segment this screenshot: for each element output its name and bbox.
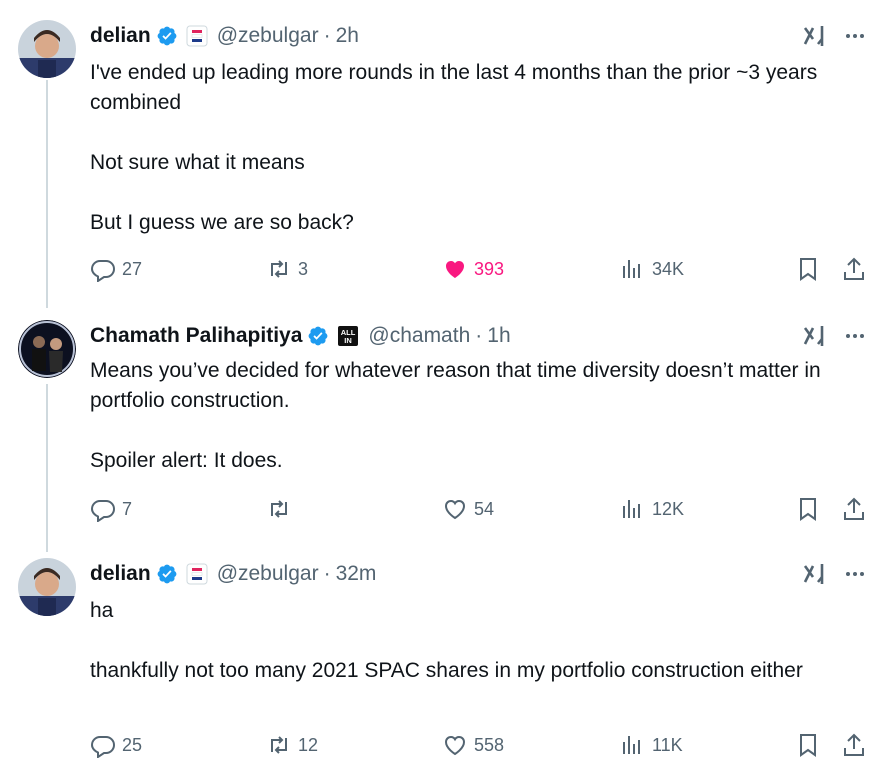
- reply-button[interactable]: 27: [90, 256, 142, 282]
- tweet-paragraph: Not sure what it means: [90, 151, 305, 174]
- like-count: 558: [474, 734, 505, 755]
- separator: ·: [323, 562, 331, 585]
- author-handle[interactable]: @zebulgar: [217, 24, 319, 48]
- tweet-paragraph: thankfully not too many 2021 SPAC shares…: [90, 659, 803, 682]
- author-name[interactable]: delian: [90, 24, 151, 48]
- views-icon: [623, 736, 640, 754]
- flag-badge-icon[interactable]: [186, 563, 208, 585]
- repost-button[interactable]: 3: [266, 256, 308, 282]
- share-icon: [844, 497, 864, 520]
- reply-button[interactable]: 7: [90, 496, 132, 522]
- separator: ·: [323, 24, 331, 47]
- grok-icon[interactable]: [800, 560, 828, 588]
- action-bar: 7 54 12K: [0, 496, 894, 526]
- tweet-paragraph: Spoiler alert: It does.: [90, 449, 283, 472]
- like-count: 54: [474, 498, 495, 519]
- tweet-top-actions: [800, 22, 868, 50]
- like-icon: [444, 499, 466, 520]
- views-button[interactable]: 12K: [620, 496, 684, 522]
- tweet-paragraph: ha: [90, 599, 114, 622]
- bookmark-button[interactable]: [795, 732, 821, 758]
- like-button[interactable]: 558: [442, 732, 504, 758]
- tweet-paragraph: But I guess we are so back?: [90, 211, 354, 234]
- repost-button[interactable]: [266, 496, 298, 522]
- tweet[interactable]: delian @zebulgar · 32m ha thankfully not…: [0, 558, 894, 763]
- grok-icon[interactable]: [800, 22, 828, 50]
- like-button[interactable]: 393: [442, 256, 504, 282]
- timestamp[interactable]: 1h: [487, 324, 510, 348]
- tweet[interactable]: delian @zebulgar · 2h I've ended up lead…: [0, 20, 894, 300]
- repost-icon: [271, 260, 287, 278]
- more-icon[interactable]: [842, 23, 868, 49]
- avatar[interactable]: [18, 20, 76, 78]
- tweet-top-actions: [800, 560, 868, 588]
- badge-text-bottom: IN: [345, 336, 353, 345]
- tweet-top-actions: [800, 322, 868, 350]
- tweet-header: Chamath Palihapitiya ALL IN @chamath · 1…: [90, 320, 511, 352]
- action-bar: 27 3 393 34K: [0, 256, 894, 286]
- like-button[interactable]: 54: [442, 496, 494, 522]
- views-count: 12K: [652, 498, 685, 519]
- timestamp[interactable]: 2h: [336, 24, 359, 48]
- author-name[interactable]: delian: [90, 562, 151, 586]
- separator: ·: [475, 324, 483, 347]
- bookmark-button[interactable]: [795, 496, 821, 522]
- tweet-paragraph: I've ended up leading more rounds in the…: [90, 61, 818, 114]
- action-bar: 25 12 558 11K: [0, 732, 894, 762]
- tweet-text: Means you’ve decided for whatever reason…: [90, 356, 850, 476]
- repost-icon: [271, 736, 287, 754]
- verified-icon: [156, 25, 178, 47]
- reply-count: 27: [122, 258, 143, 279]
- repost-count: 3: [298, 258, 309, 279]
- views-button[interactable]: 11K: [620, 732, 683, 758]
- reply-icon: [90, 260, 116, 282]
- tweet-paragraph: Means you’ve decided for whatever reason…: [90, 359, 821, 412]
- share-button[interactable]: [841, 732, 867, 758]
- views-icon: [623, 500, 640, 518]
- share-icon: [844, 733, 864, 756]
- views-count: 34K: [652, 258, 685, 279]
- verified-icon: [307, 325, 329, 347]
- reply-icon: [90, 736, 116, 758]
- author-handle[interactable]: @chamath: [368, 324, 470, 348]
- author-name[interactable]: Chamath Palihapitiya: [90, 324, 302, 348]
- tweet-text: ha thankfully not too many 2021 SPAC sha…: [90, 596, 850, 686]
- verified-icon: [156, 563, 178, 585]
- reply-count: 7: [122, 498, 133, 519]
- reply-button[interactable]: 25: [90, 732, 142, 758]
- reply-icon: [90, 500, 116, 522]
- bookmark-icon: [800, 734, 816, 757]
- timestamp[interactable]: 32m: [336, 562, 377, 586]
- views-count: 11K: [652, 734, 683, 755]
- more-icon[interactable]: [842, 323, 868, 349]
- avatar[interactable]: [18, 320, 76, 378]
- views-button[interactable]: 34K: [620, 256, 684, 282]
- tweet[interactable]: Chamath Palihapitiya ALL IN @chamath · 1…: [0, 320, 894, 540]
- like-icon: [444, 735, 466, 756]
- tweet-header: delian @zebulgar · 2h: [90, 20, 359, 52]
- grok-icon[interactable]: [800, 322, 828, 350]
- avatar[interactable]: [18, 558, 76, 616]
- repost-count: 12: [298, 734, 319, 755]
- share-icon: [844, 257, 864, 280]
- more-icon[interactable]: [842, 561, 868, 587]
- share-button[interactable]: [841, 496, 867, 522]
- views-icon: [623, 260, 640, 278]
- bookmark-button[interactable]: [795, 256, 821, 282]
- tweet-header: delian @zebulgar · 32m: [90, 558, 376, 590]
- flag-badge-icon[interactable]: [186, 25, 208, 47]
- repost-icon: [271, 500, 287, 518]
- like-icon: [446, 261, 464, 278]
- like-count: 393: [474, 258, 505, 279]
- affiliate-badge-icon[interactable]: ALL IN: [337, 325, 359, 347]
- tweet-text: I've ended up leading more rounds in the…: [90, 58, 850, 238]
- reply-count: 25: [122, 734, 143, 755]
- share-button[interactable]: [841, 256, 867, 282]
- author-handle[interactable]: @zebulgar: [217, 562, 319, 586]
- bookmark-icon: [800, 498, 816, 521]
- repost-button[interactable]: 12: [266, 732, 318, 758]
- bookmark-icon: [800, 258, 816, 281]
